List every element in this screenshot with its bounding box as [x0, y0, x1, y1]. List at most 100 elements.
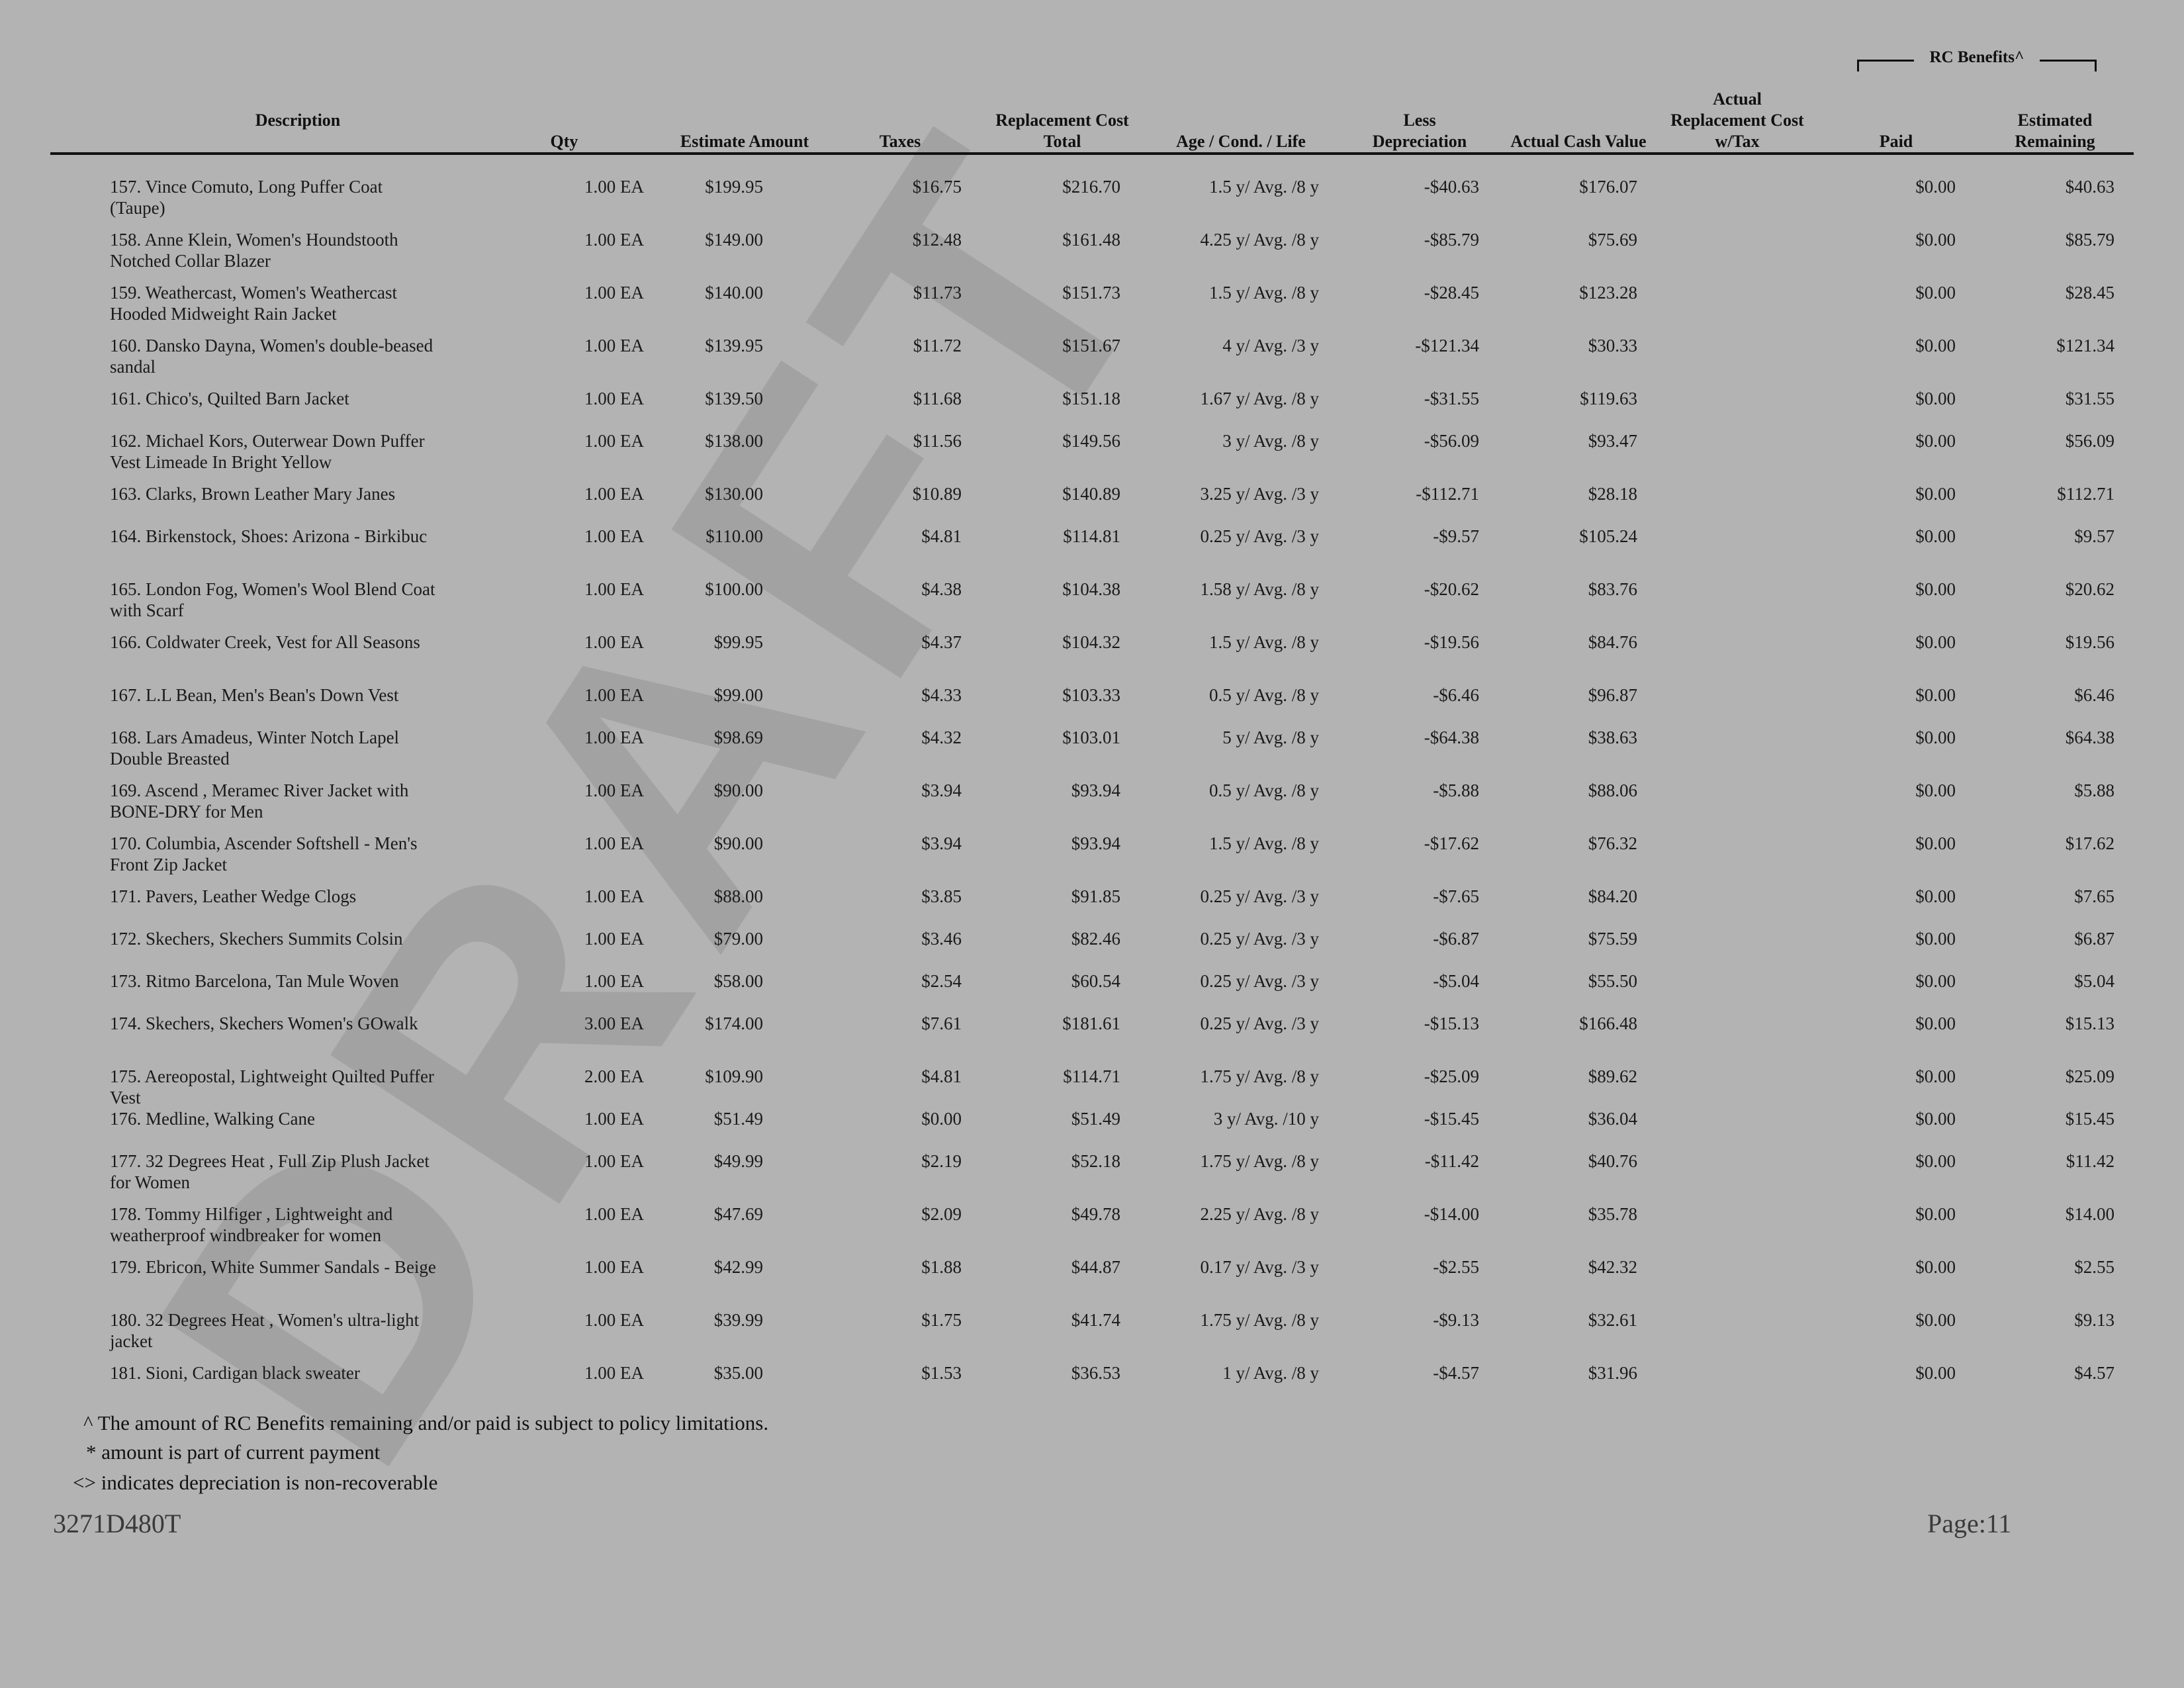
cell-less-depreciation: -$20.62 — [1424, 579, 1479, 599]
cell-description: 181. Sioni, Cardigan black sweater — [110, 1363, 360, 1383]
cell-actual-cash-value: $35.78 — [1588, 1204, 1637, 1224]
cell-qty: 3.00 EA — [584, 1013, 644, 1033]
cell-qty: 1.00 EA — [584, 336, 644, 355]
cell-paid: $0.00 — [1915, 1204, 1956, 1224]
cell-qty: 1.00 EA — [584, 929, 644, 949]
cell-replacement-cost-total: $140.89 — [1062, 484, 1120, 504]
cell-estimate-amount: $51.49 — [713, 1109, 763, 1129]
cell-qty: 1.00 EA — [584, 484, 644, 504]
header-replacement-cost-total: Replacement Cost Total — [995, 111, 1129, 151]
cell-qty: 1.00 EA — [584, 1204, 644, 1224]
table-row: 160. Dansko Dayna, Women's double-beased… — [0, 335, 2184, 377]
cell-replacement-cost-total: $82.46 — [1071, 929, 1120, 949]
cell-qty: 1.00 EA — [584, 1363, 644, 1383]
header-less-depreciation: Less Depreciation — [1372, 111, 1467, 151]
cell-replacement-cost-total: $41.74 — [1071, 1310, 1120, 1330]
cell-description: 163. Clarks, Brown Leather Mary Janes — [110, 484, 396, 504]
cell-replacement-cost-total: $93.94 — [1071, 780, 1120, 800]
rc-benefits-group-header: RC Benefits^ — [1857, 46, 2097, 73]
cell-paid: $0.00 — [1915, 632, 1956, 652]
cell-estimate-amount: $58.00 — [713, 971, 763, 991]
table-row: 157. Vince Comuto, Long Puffer Coat (Tau… — [0, 176, 2184, 218]
cell-replacement-cost-total: $36.53 — [1071, 1363, 1120, 1383]
cell-qty: 1.00 EA — [584, 526, 644, 546]
table-row: 175. Aereopostal, Lightweight Quilted Pu… — [0, 1066, 2184, 1108]
table-row: 176. Medline, Walking Cane 1.00 EA $51.49 $… — [0, 1108, 2184, 1150]
cell-taxes: $1.75 — [921, 1310, 962, 1330]
cell-paid: $0.00 — [1915, 484, 1956, 504]
cell-estimated-remaining: $15.13 — [2065, 1013, 2115, 1033]
cell-estimated-remaining: $7.65 — [2074, 886, 2115, 906]
cell-estimate-amount: $110.00 — [705, 526, 763, 546]
cell-age-cond-life: 1.75 y/ Avg. /8 y — [1200, 1151, 1319, 1171]
cell-actual-cash-value: $36.04 — [1588, 1109, 1637, 1129]
cell-description: 177. 32 Degrees Heat , Full Zip Plush Ja… — [110, 1151, 430, 1192]
cell-less-depreciation: -$121.34 — [1415, 336, 1479, 355]
cell-estimated-remaining: $25.09 — [2065, 1066, 2115, 1086]
header-qty: Qty — [550, 132, 578, 151]
cell-age-cond-life: 0.25 y/ Avg. /3 y — [1200, 971, 1319, 991]
cell-estimate-amount: $139.50 — [705, 389, 763, 408]
table-row: 171. Pavers, Leather Wedge Clogs 1.00 EA $… — [0, 886, 2184, 928]
cell-age-cond-life: 1.5 y/ Avg. /8 y — [1208, 283, 1319, 303]
cell-paid: $0.00 — [1915, 886, 1956, 906]
cell-replacement-cost-total: $104.32 — [1062, 632, 1120, 652]
cell-estimate-amount: $174.00 — [705, 1013, 763, 1033]
cell-qty: 1.00 EA — [584, 632, 644, 652]
cell-estimated-remaining: $14.00 — [2065, 1204, 2115, 1224]
cell-taxes: $4.81 — [921, 526, 962, 546]
cell-description: 169. Ascend , Meramec River Jacket with … — [110, 780, 409, 821]
cell-estimated-remaining: $5.88 — [2074, 780, 2115, 800]
cell-estimated-remaining: $9.57 — [2074, 526, 2115, 546]
cell-estimate-amount: $138.00 — [705, 431, 763, 451]
cell-age-cond-life: 1.75 y/ Avg. /8 y — [1200, 1066, 1319, 1086]
cell-replacement-cost-total: $49.78 — [1071, 1204, 1120, 1224]
cell-actual-cash-value: $76.32 — [1588, 833, 1637, 853]
cell-less-depreciation: -$2.55 — [1433, 1257, 1479, 1277]
cell-replacement-cost-total: $151.73 — [1062, 283, 1120, 303]
cell-age-cond-life: 1.5 y/ Avg. /8 y — [1208, 632, 1319, 652]
cell-estimate-amount: $88.00 — [713, 886, 763, 906]
cell-actual-cash-value: $84.20 — [1588, 886, 1637, 906]
table-row: 181. Sioni, Cardigan black sweater 1.00 E… — [0, 1362, 2184, 1405]
cell-paid: $0.00 — [1915, 1151, 1956, 1171]
cell-description: 161. Chico's, Quilted Barn Jacket — [110, 389, 349, 408]
cell-taxes: $4.32 — [921, 727, 962, 747]
table-row: 158. Anne Klein, Women's Houndstooth Not… — [0, 229, 2184, 271]
cell-qty: 1.00 EA — [584, 1310, 644, 1330]
cell-estimated-remaining: $9.13 — [2074, 1310, 2115, 1330]
cell-replacement-cost-total: $91.85 — [1071, 886, 1120, 906]
cell-age-cond-life: 3 y/ Avg. /10 y — [1213, 1109, 1319, 1129]
cell-qty: 1.00 EA — [584, 1109, 644, 1129]
current-payment-footnote: * amount is part of current payment — [86, 1440, 381, 1464]
cell-qty: 1.00 EA — [584, 1257, 644, 1277]
cell-age-cond-life: 0.25 y/ Avg. /3 y — [1200, 526, 1319, 546]
cell-less-depreciation: -$40.63 — [1424, 177, 1479, 197]
cell-qty: 1.00 EA — [584, 886, 644, 906]
cell-taxes: $2.54 — [921, 971, 962, 991]
cell-description: 168. Lars Amadeus, Winter Notch Lapel Do… — [110, 727, 400, 769]
cell-age-cond-life: 0.5 y/ Avg. /8 y — [1208, 780, 1319, 800]
cell-actual-cash-value: $89.62 — [1588, 1066, 1637, 1086]
cell-taxes: $7.61 — [921, 1013, 962, 1033]
cell-age-cond-life: 0.5 y/ Avg. /8 y — [1208, 685, 1319, 705]
cell-estimated-remaining: $15.45 — [2065, 1109, 2115, 1129]
cell-replacement-cost-total: $161.48 — [1062, 230, 1120, 250]
cell-estimated-remaining: $40.63 — [2065, 177, 2115, 197]
cell-actual-cash-value: $75.59 — [1588, 929, 1637, 949]
cell-less-depreciation: -$19.56 — [1424, 632, 1479, 652]
cell-age-cond-life: 2.25 y/ Avg. /8 y — [1200, 1204, 1319, 1224]
cell-actual-cash-value: $38.63 — [1588, 727, 1637, 747]
cell-age-cond-life: 4.25 y/ Avg. /8 y — [1200, 230, 1319, 250]
cell-paid: $0.00 — [1915, 579, 1956, 599]
cell-paid: $0.00 — [1915, 336, 1956, 355]
cell-actual-cash-value: $75.69 — [1588, 230, 1637, 250]
cell-taxes: $3.94 — [921, 833, 962, 853]
cell-actual-cash-value: $166.48 — [1579, 1013, 1637, 1033]
cell-taxes: $12.48 — [912, 230, 962, 250]
header-paid: Paid — [1879, 132, 1913, 151]
cell-paid: $0.00 — [1915, 780, 1956, 800]
cell-replacement-cost-total: $114.71 — [1063, 1066, 1120, 1086]
table-row: 161. Chico's, Quilted Barn Jacket 1.00 EA… — [0, 388, 2184, 430]
cell-qty: 1.00 EA — [584, 1151, 644, 1171]
